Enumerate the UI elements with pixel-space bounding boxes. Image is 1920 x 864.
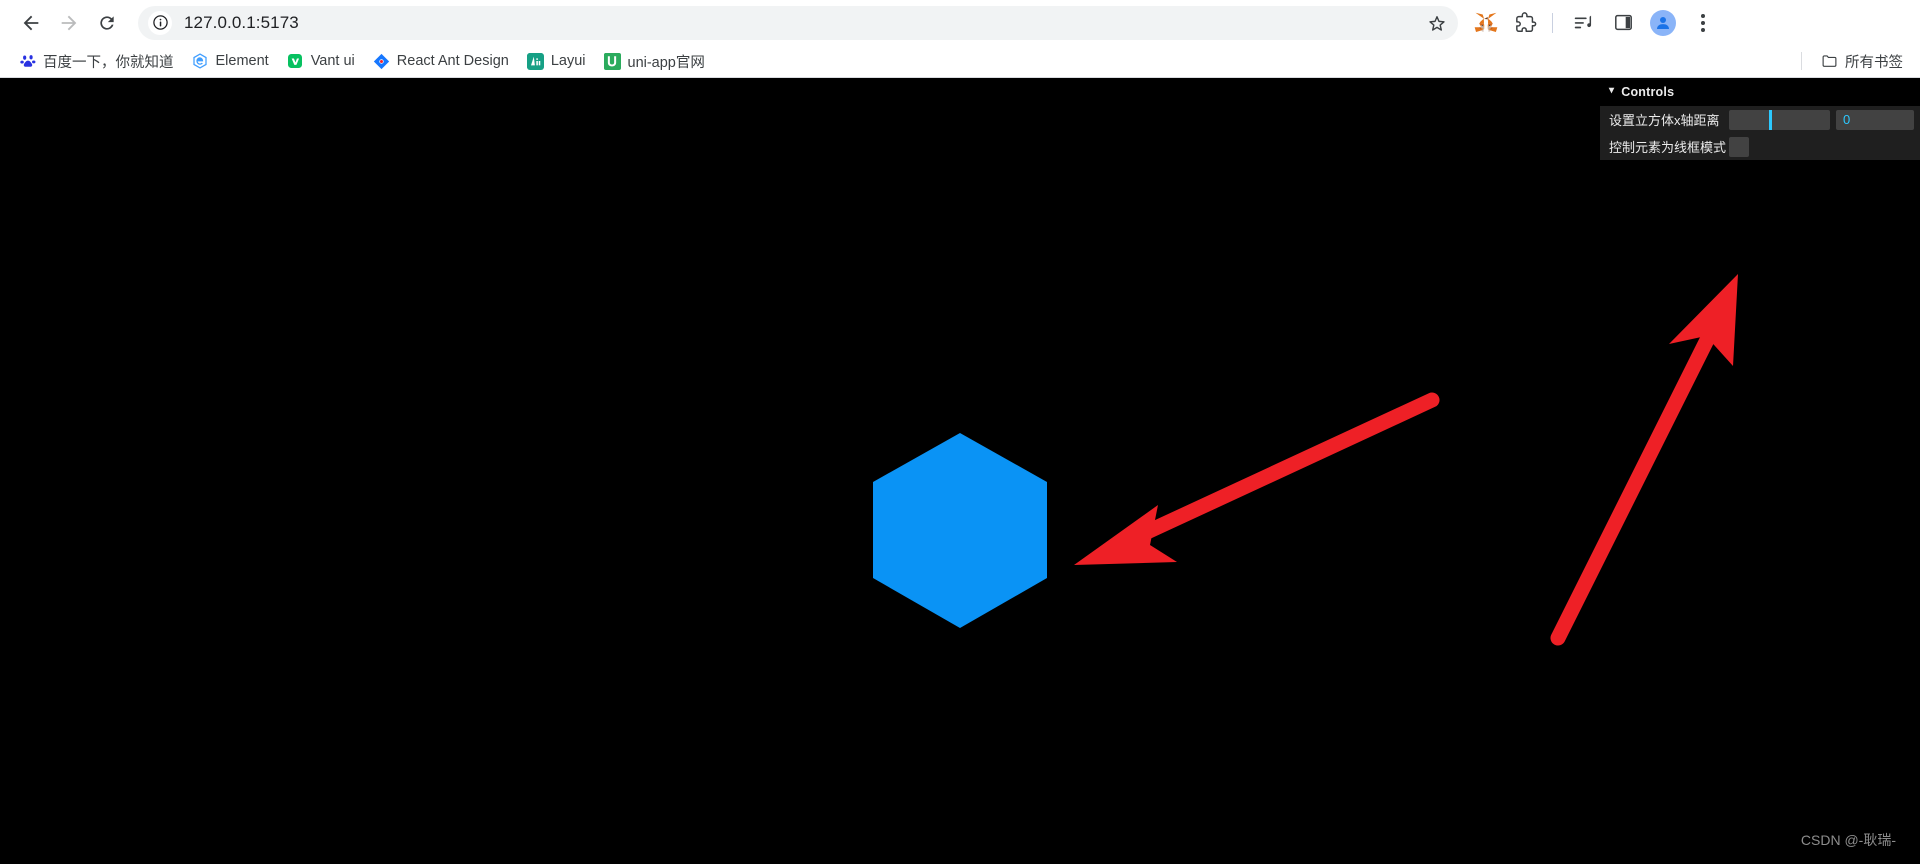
side-panel-icon[interactable] [1605,5,1641,41]
gui-row-wireframe-mode[interactable]: 控制元素为线框模式 [1600,133,1920,160]
uniapp-icon [603,52,621,70]
media-playlist-icon[interactable] [1565,5,1601,41]
bookmarks-bar: 百度一下，你就知道 Element Vant ui React Ant Desi… [0,45,1920,78]
browser-toolbar: 127.0.0.1:5173 [0,0,1920,45]
all-bookmarks-label: 所有书签 [1845,54,1903,71]
lil-gui-controls-panel[interactable]: ▾ Controls 设置立方体x轴距离 0 控制元素为线框模式 [1600,78,1920,160]
slider-handle[interactable] [1769,109,1773,130]
profile-avatar-icon[interactable] [1645,5,1681,41]
bookmark-label: Layui [550,53,586,69]
back-button[interactable] [12,4,50,42]
forward-button[interactable] [50,4,88,42]
bookmark-item-uniapp[interactable]: uni-app官网 [595,48,714,74]
bookmark-label: Element [215,53,269,69]
back-arrow-icon [23,15,39,30]
url-text[interactable]: 127.0.0.1:5173 [184,13,1422,33]
webgl-viewport[interactable]: ▾ Controls 设置立方体x轴距离 0 控制元素为线框模式 CSDN @-… [0,78,1920,864]
baidu-paw-icon [19,53,36,70]
bookmarks-divider [1801,52,1802,70]
gui-row-cube-x-distance[interactable]: 设置立方体x轴距离 0 [1600,106,1920,133]
reload-icon [100,15,114,30]
wireframe-mode-checkbox[interactable] [1729,136,1749,157]
bookmark-label: uni-app官网 [627,54,705,71]
chevron-down-icon: ▾ [1609,85,1615,96]
avatar [1650,9,1676,36]
extensions-puzzle-icon[interactable] [1508,5,1544,41]
bookmark-item-layui[interactable]: Layui [518,48,595,74]
three-dots-icon [1701,13,1705,32]
bookmark-label: Vant ui [310,53,355,69]
cube-x-distance-value[interactable]: 0 [1836,109,1914,130]
all-bookmarks-button[interactable]: 所有书签 [1812,48,1912,74]
bookmark-label: 百度一下，你就知道 [43,54,174,71]
gui-label-wireframe-mode: 控制元素为线框模式 [1609,140,1727,155]
bookmark-label: React Ant Design [396,53,509,69]
info-circle-icon[interactable] [148,10,172,35]
folder-icon [1821,53,1838,70]
csdn-watermark: CSDN @-耿瑞- [1800,832,1896,848]
blue-cube [873,433,1047,628]
forward-arrow-icon [61,15,77,30]
layui-icon [526,52,544,70]
overflow-menu-icon[interactable] [1685,5,1721,41]
gui-title-text: Controls [1621,85,1675,99]
reload-button[interactable] [88,4,126,42]
ant-design-icon [373,53,390,70]
element-ui-icon [192,53,209,70]
address-bar[interactable]: 127.0.0.1:5173 [138,5,1458,40]
toolbar-divider [1552,12,1553,33]
bookmark-item-element[interactable]: Element [183,48,278,74]
bookmark-item-baidu[interactable]: 百度一下，你就知道 [10,48,183,74]
bookmark-star-icon[interactable] [1422,8,1452,38]
gui-label-cube-x-distance: 设置立方体x轴距离 [1609,113,1720,128]
bookmark-item-vant[interactable]: Vant ui [278,48,364,74]
metamask-extension-icon[interactable] [1468,5,1504,41]
three-js-canvas[interactable] [0,78,1920,864]
gui-number-widget[interactable]: 0 [1729,109,1914,130]
cube-x-distance-slider[interactable] [1729,109,1830,130]
vant-ui-icon [287,53,304,70]
gui-title-bar[interactable]: ▾ Controls [1600,78,1920,106]
gui-boolean-widget[interactable] [1729,136,1914,157]
browser-chrome: 127.0.0.1:5173 百度一下，你就知道 Element Vant ui… [0,0,1920,78]
bookmark-item-ant-design[interactable]: React Ant Design [364,48,518,74]
gui-controller-list: 设置立方体x轴距离 0 控制元素为线框模式 [1600,106,1920,160]
